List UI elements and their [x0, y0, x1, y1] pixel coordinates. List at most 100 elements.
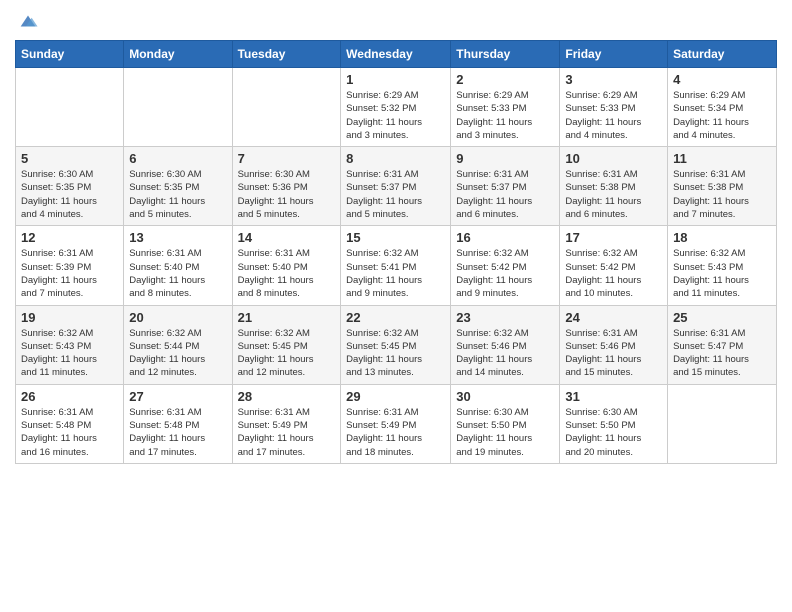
day-info: Sunrise: 6:30 AM Sunset: 5:50 PM Dayligh…: [456, 406, 554, 459]
day-number: 24: [565, 310, 662, 325]
day-info: Sunrise: 6:31 AM Sunset: 5:47 PM Dayligh…: [673, 327, 771, 380]
weekday-header-thursday: Thursday: [451, 41, 560, 68]
day-cell: 2Sunrise: 6:29 AM Sunset: 5:33 PM Daylig…: [451, 68, 560, 147]
day-info: Sunrise: 6:32 AM Sunset: 5:46 PM Dayligh…: [456, 327, 554, 380]
day-info: Sunrise: 6:29 AM Sunset: 5:33 PM Dayligh…: [456, 89, 554, 142]
day-cell: 5Sunrise: 6:30 AM Sunset: 5:35 PM Daylig…: [16, 147, 124, 226]
day-cell: 20 Sunrise: 6:32 AM Sunset: 5:44 PM Dayli…: [124, 305, 232, 384]
header: [15, 10, 777, 32]
day-number: 16: [456, 230, 554, 245]
logo-icon: [17, 10, 39, 32]
day-cell: 8 Sunrise: 6:31 AM Sunset: 5:37 PM Daylig…: [341, 147, 451, 226]
weekday-header-friday: Friday: [560, 41, 668, 68]
day-number: 27: [129, 389, 226, 404]
day-number: 9: [456, 151, 554, 166]
day-cell: 29Sunrise: 6:31 AM Sunset: 5:49 PM Dayli…: [341, 384, 451, 463]
weekday-header-monday: Monday: [124, 41, 232, 68]
day-info: Sunrise: 6:32 AM Sunset: 5:45 PM Dayligh…: [346, 327, 445, 380]
day-cell: 25 Sunrise: 6:31 AM Sunset: 5:47 PM Dayli…: [668, 305, 777, 384]
day-info: Sunrise: 6:32 AM Sunset: 5:44 PM Dayligh…: [129, 327, 226, 380]
day-info: Sunrise: 6:31 AM Sunset: 5:40 PM Dayligh…: [238, 247, 336, 300]
day-number: 20: [129, 310, 226, 325]
day-info: Sunrise: 6:30 AM Sunset: 5:50 PM Dayligh…: [565, 406, 662, 459]
day-info: Sunrise: 6:32 AM Sunset: 5:41 PM Dayligh…: [346, 247, 445, 300]
day-cell: 4 Sunrise: 6:29 AM Sunset: 5:34 PM Daylig…: [668, 68, 777, 147]
day-info: Sunrise: 6:29 AM Sunset: 5:32 PM Dayligh…: [346, 89, 445, 142]
day-cell: 17 Sunrise: 6:32 AM Sunset: 5:42 PM Dayli…: [560, 226, 668, 305]
day-number: 18: [673, 230, 771, 245]
weekday-header-wednesday: Wednesday: [341, 41, 451, 68]
week-row-5: 26 Sunrise: 6:31 AM Sunset: 5:48 PM Dayli…: [16, 384, 777, 463]
day-cell: 15Sunrise: 6:32 AM Sunset: 5:41 PM Dayli…: [341, 226, 451, 305]
day-info: Sunrise: 6:30 AM Sunset: 5:35 PM Dayligh…: [129, 168, 226, 221]
day-info: Sunrise: 6:31 AM Sunset: 5:48 PM Dayligh…: [129, 406, 226, 459]
day-cell: 23Sunrise: 6:32 AM Sunset: 5:46 PM Dayli…: [451, 305, 560, 384]
day-cell: 31 Sunrise: 6:30 AM Sunset: 5:50 PM Dayli…: [560, 384, 668, 463]
day-number: 11: [673, 151, 771, 166]
day-cell: 22 Sunrise: 6:32 AM Sunset: 5:45 PM Dayli…: [341, 305, 451, 384]
day-info: Sunrise: 6:29 AM Sunset: 5:33 PM Dayligh…: [565, 89, 662, 142]
day-number: 12: [21, 230, 118, 245]
day-cell: 27 Sunrise: 6:31 AM Sunset: 5:48 PM Dayli…: [124, 384, 232, 463]
day-number: 21: [238, 310, 336, 325]
weekday-header-saturday: Saturday: [668, 41, 777, 68]
day-info: Sunrise: 6:31 AM Sunset: 5:38 PM Dayligh…: [673, 168, 771, 221]
day-info: Sunrise: 6:32 AM Sunset: 5:45 PM Dayligh…: [238, 327, 336, 380]
day-cell: 7 Sunrise: 6:30 AM Sunset: 5:36 PM Daylig…: [232, 147, 341, 226]
day-number: 25: [673, 310, 771, 325]
day-number: 8: [346, 151, 445, 166]
week-row-3: 12Sunrise: 6:31 AM Sunset: 5:39 PM Dayli…: [16, 226, 777, 305]
day-cell: 16 Sunrise: 6:32 AM Sunset: 5:42 PM Dayli…: [451, 226, 560, 305]
day-cell: 3 Sunrise: 6:29 AM Sunset: 5:33 PM Daylig…: [560, 68, 668, 147]
day-info: Sunrise: 6:31 AM Sunset: 5:40 PM Dayligh…: [129, 247, 226, 300]
day-number: 7: [238, 151, 336, 166]
day-number: 30: [456, 389, 554, 404]
day-number: 31: [565, 389, 662, 404]
day-number: 14: [238, 230, 336, 245]
day-number: 3: [565, 72, 662, 87]
week-row-1: 1 Sunrise: 6:29 AM Sunset: 5:32 PM Daylig…: [16, 68, 777, 147]
day-cell: 6Sunrise: 6:30 AM Sunset: 5:35 PM Daylig…: [124, 147, 232, 226]
weekday-header-row: SundayMondayTuesdayWednesdayThursdayFrid…: [16, 41, 777, 68]
day-cell: 1 Sunrise: 6:29 AM Sunset: 5:32 PM Daylig…: [341, 68, 451, 147]
logo: [15, 10, 39, 32]
day-info: Sunrise: 6:31 AM Sunset: 5:49 PM Dayligh…: [238, 406, 336, 459]
day-info: Sunrise: 6:31 AM Sunset: 5:46 PM Dayligh…: [565, 327, 662, 380]
day-info: Sunrise: 6:32 AM Sunset: 5:42 PM Dayligh…: [565, 247, 662, 300]
day-cell: [232, 68, 341, 147]
day-number: 26: [21, 389, 118, 404]
day-cell: 28 Sunrise: 6:31 AM Sunset: 5:49 PM Dayli…: [232, 384, 341, 463]
day-info: Sunrise: 6:32 AM Sunset: 5:43 PM Dayligh…: [21, 327, 118, 380]
day-cell: 18 Sunrise: 6:32 AM Sunset: 5:43 PM Dayli…: [668, 226, 777, 305]
day-cell: 30 Sunrise: 6:30 AM Sunset: 5:50 PM Dayli…: [451, 384, 560, 463]
day-cell: 21 Sunrise: 6:32 AM Sunset: 5:45 PM Dayli…: [232, 305, 341, 384]
day-cell: [124, 68, 232, 147]
day-cell: 13 Sunrise: 6:31 AM Sunset: 5:40 PM Dayli…: [124, 226, 232, 305]
week-row-2: 5 Sunrise: 6:30 AM Sunset: 5:35 PM Daylig…: [16, 147, 777, 226]
day-info: Sunrise: 6:31 AM Sunset: 5:37 PM Dayligh…: [456, 168, 554, 221]
day-info: Sunrise: 6:31 AM Sunset: 5:48 PM Dayligh…: [21, 406, 118, 459]
day-number: 22: [346, 310, 445, 325]
day-number: 28: [238, 389, 336, 404]
day-info: Sunrise: 6:29 AM Sunset: 5:34 PM Dayligh…: [673, 89, 771, 142]
weekday-header-tuesday: Tuesday: [232, 41, 341, 68]
week-row-4: 19Sunrise: 6:32 AM Sunset: 5:43 PM Dayli…: [16, 305, 777, 384]
day-number: 10: [565, 151, 662, 166]
day-number: 13: [129, 230, 226, 245]
day-info: Sunrise: 6:32 AM Sunset: 5:42 PM Dayligh…: [456, 247, 554, 300]
day-number: 4: [673, 72, 771, 87]
day-number: 17: [565, 230, 662, 245]
day-number: 1: [346, 72, 445, 87]
day-info: Sunrise: 6:32 AM Sunset: 5:43 PM Dayligh…: [673, 247, 771, 300]
day-number: 5: [21, 151, 118, 166]
day-cell: 26 Sunrise: 6:31 AM Sunset: 5:48 PM Dayli…: [16, 384, 124, 463]
day-cell: 10Sunrise: 6:31 AM Sunset: 5:38 PM Dayli…: [560, 147, 668, 226]
day-info: Sunrise: 6:31 AM Sunset: 5:37 PM Dayligh…: [346, 168, 445, 221]
day-cell: 11 Sunrise: 6:31 AM Sunset: 5:38 PM Dayli…: [668, 147, 777, 226]
day-cell: 14 Sunrise: 6:31 AM Sunset: 5:40 PM Dayli…: [232, 226, 341, 305]
day-cell: [668, 384, 777, 463]
day-info: Sunrise: 6:30 AM Sunset: 5:36 PM Dayligh…: [238, 168, 336, 221]
day-cell: [16, 68, 124, 147]
day-cell: 12Sunrise: 6:31 AM Sunset: 5:39 PM Dayli…: [16, 226, 124, 305]
day-cell: 9 Sunrise: 6:31 AM Sunset: 5:37 PM Daylig…: [451, 147, 560, 226]
